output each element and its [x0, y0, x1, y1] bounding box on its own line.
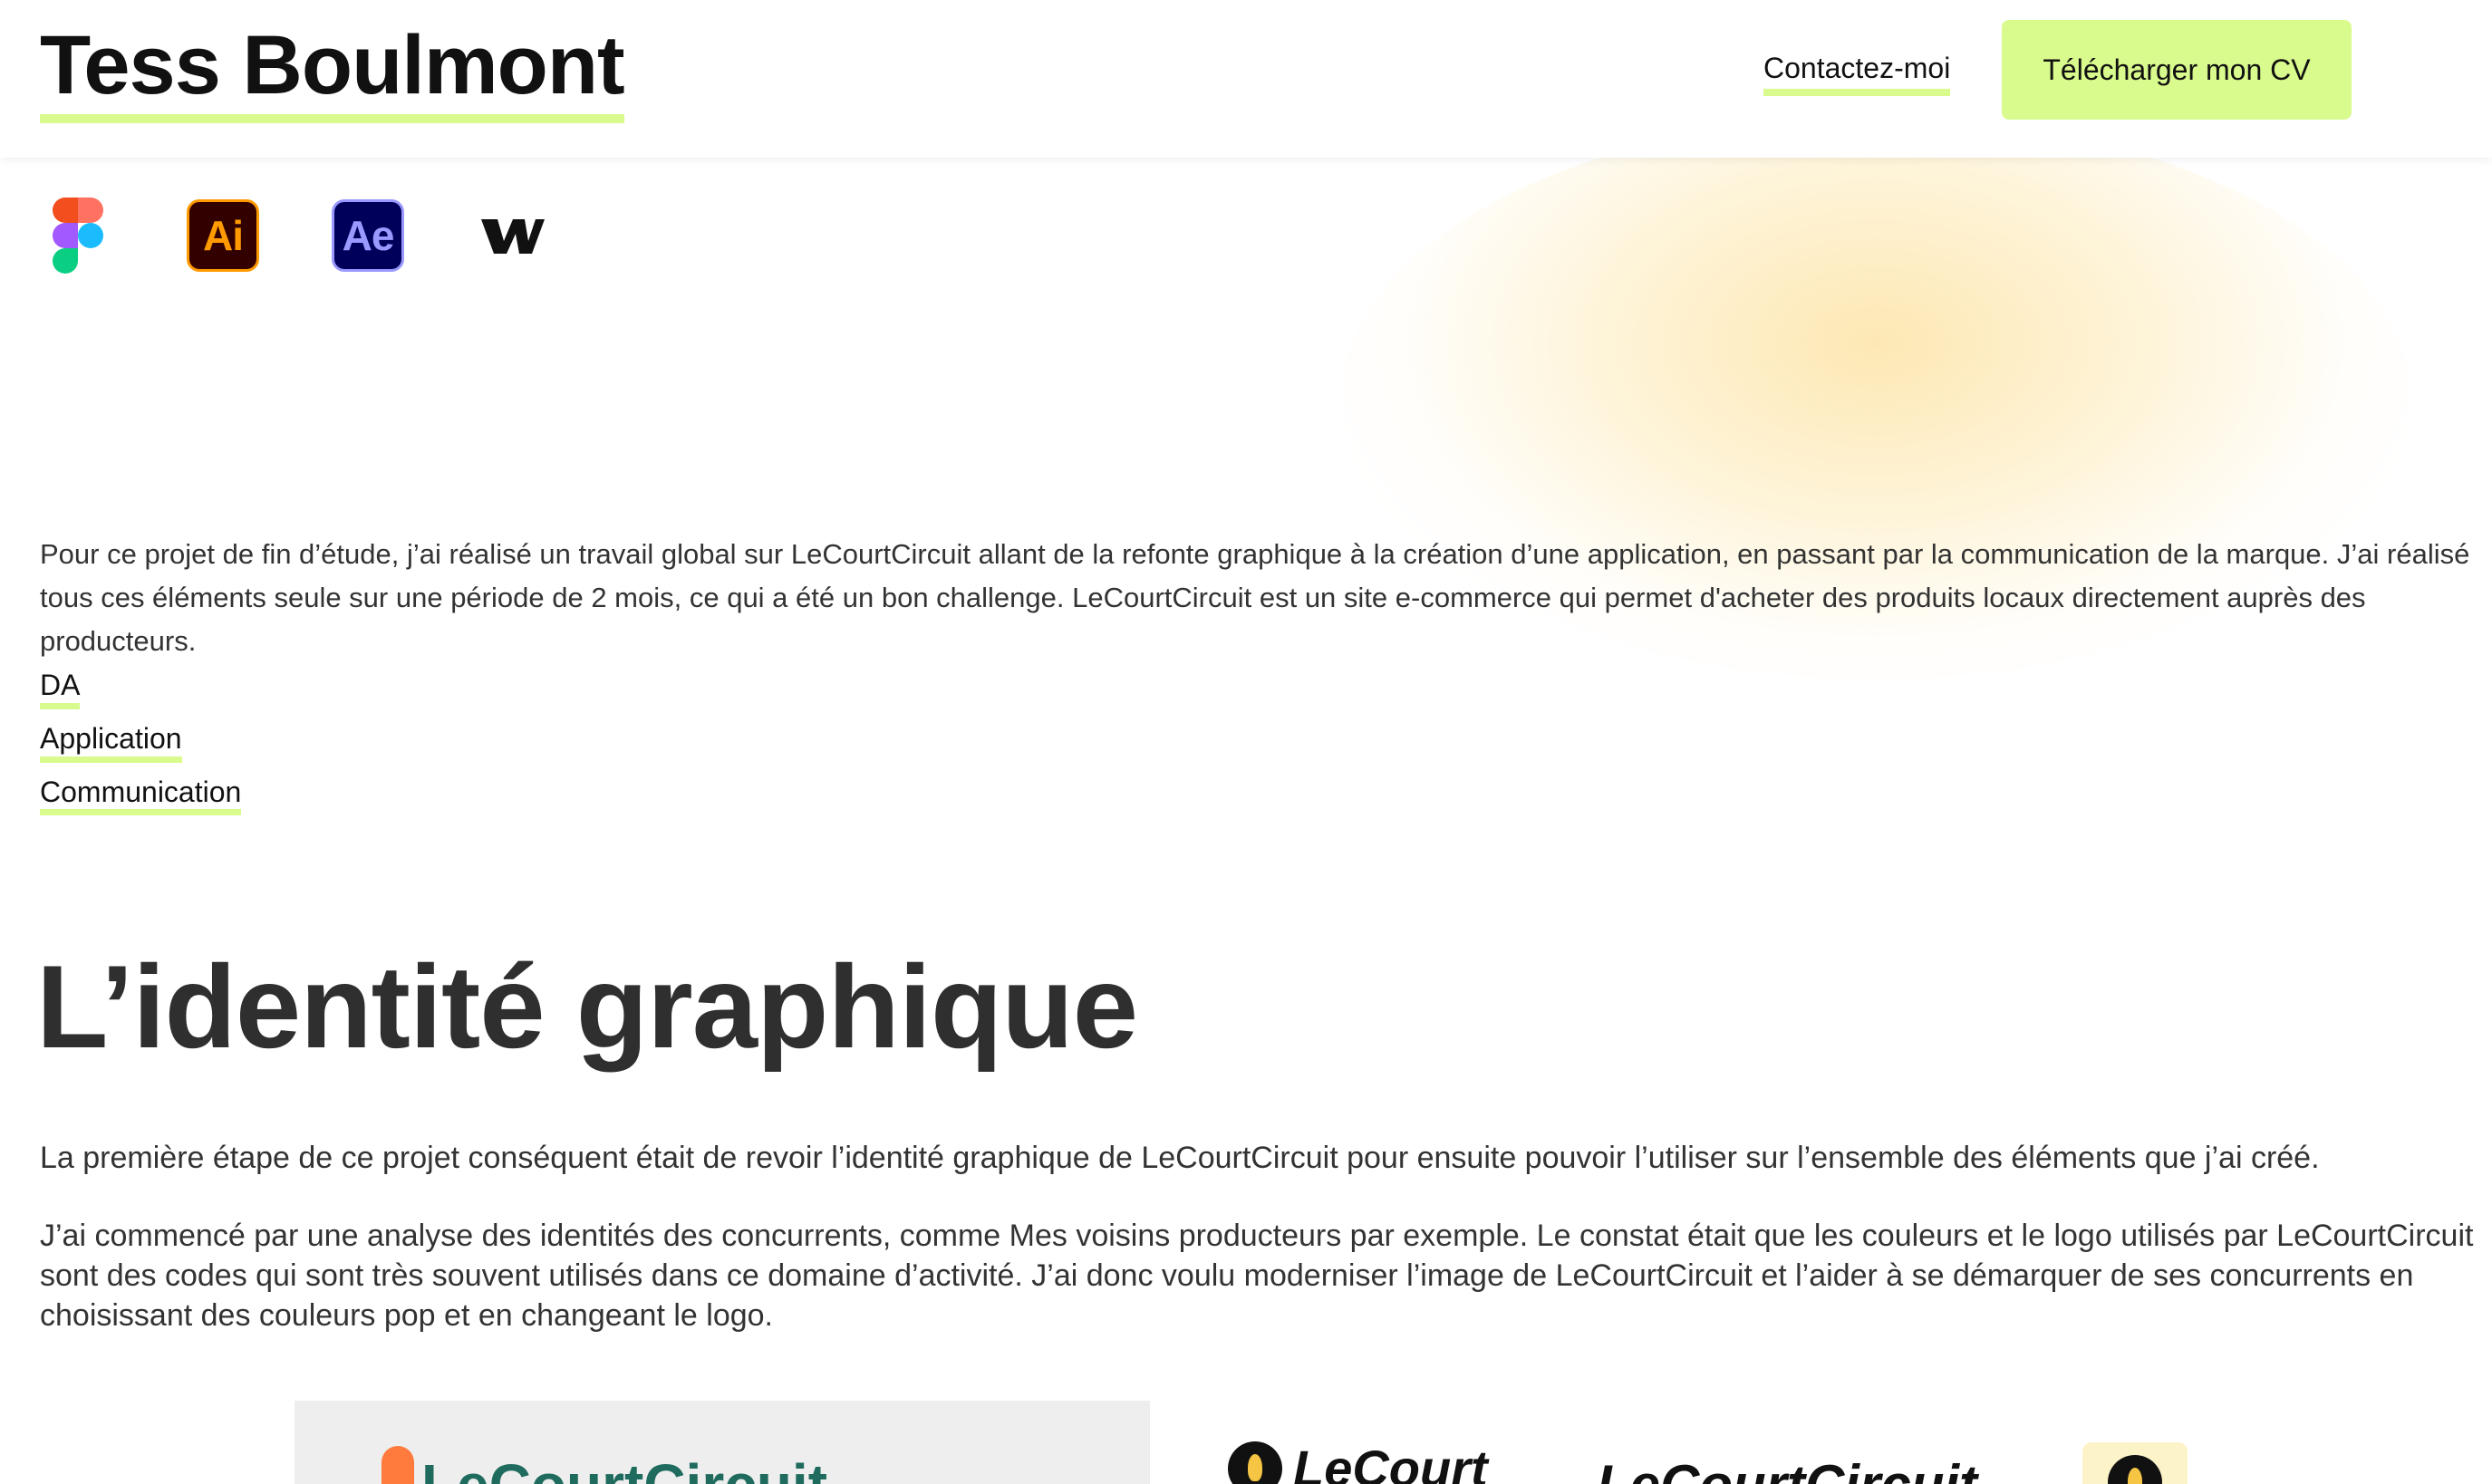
illustrator-icon: Ai: [185, 198, 261, 274]
wheat-seal-icon: [2108, 1455, 2162, 1484]
webflow-icon: [475, 198, 551, 274]
new-logo-stacked: LeCourt: [1228, 1439, 1488, 1484]
section-paragraph-1: La première étape de ce projet conséquen…: [40, 1141, 2320, 1175]
new-logo-badge: [2082, 1442, 2188, 1484]
old-logo-image: LeCourtCircuit: [295, 1401, 1150, 1484]
section-paragraph-2: J’ai commencé par une analyse des identi…: [40, 1219, 2474, 1333]
project-tags: DA Application Communication: [40, 669, 242, 828]
new-logo-script: LeCourtCircuit: [1597, 1453, 1977, 1484]
after-effects-icon: Ae: [330, 198, 406, 274]
new-logo-stacked-text: LeCourt: [1293, 1440, 1488, 1484]
tag-communication[interactable]: Communication: [40, 776, 242, 816]
project-intro: Pour ce projet de fin d’étude, j’ai réal…: [40, 538, 2470, 657]
tag-application[interactable]: Application: [40, 722, 182, 763]
after-effects-label: Ae: [332, 199, 404, 272]
tag-da[interactable]: DA: [40, 669, 81, 709]
wheat-seal-icon: [1228, 1441, 1282, 1484]
site-logo[interactable]: Tess Boulmont: [40, 24, 625, 123]
site-header: Tess Boulmont Contactez-moi Télécharger …: [0, 0, 2492, 158]
figma-icon: [40, 198, 116, 274]
contact-link[interactable]: Contactez-moi: [1763, 51, 1951, 97]
download-cv-button[interactable]: Télécharger mon CV: [2002, 20, 2352, 120]
illustrator-label: Ai: [187, 199, 259, 272]
old-logo-text: LeCourtCircuit: [421, 1451, 827, 1484]
carrot-icon: [382, 1446, 414, 1484]
tools-list: Ai Ae: [40, 198, 620, 274]
section-title: L’identité graphique: [36, 940, 1138, 1073]
